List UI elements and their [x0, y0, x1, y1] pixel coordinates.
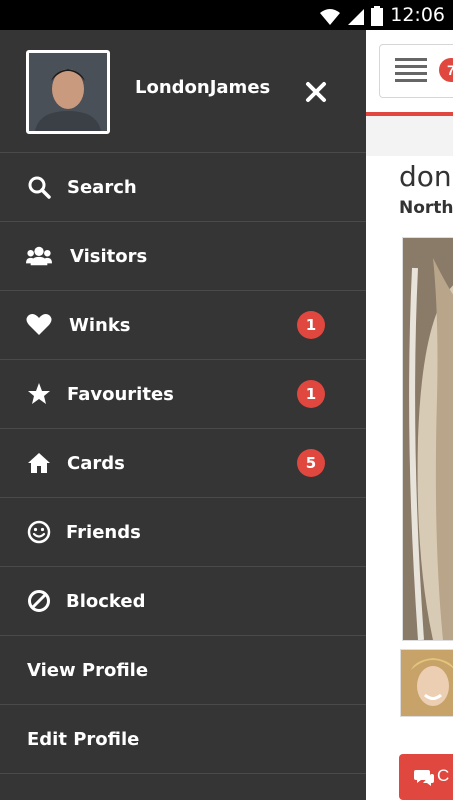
nav-item-label: Visitors: [70, 245, 148, 267]
wifi-icon: [320, 9, 340, 25]
navigation-drawer: LondonJames Search Visitors Winks 1 Favo…: [0, 30, 366, 800]
status-icons: [319, 6, 383, 26]
nav-item-edit-profile[interactable]: Edit Profile: [0, 705, 366, 774]
top-bar: 7: [366, 30, 453, 114]
nav-item-label: Winks: [69, 314, 131, 336]
nav-item-favourites[interactable]: Favourites 1: [0, 360, 366, 429]
nav-item-label: Friends: [66, 521, 141, 543]
close-icon[interactable]: [302, 78, 330, 106]
nav-item-search[interactable]: Search: [0, 153, 366, 222]
status-time: 12:06: [390, 4, 445, 26]
nav-item-label: Blocked: [66, 590, 146, 612]
nav-item-label: Favourites: [67, 383, 174, 405]
nav-item-friends[interactable]: Friends: [0, 498, 366, 567]
nav-item-visitors[interactable]: Visitors: [0, 222, 366, 291]
home-icon: [26, 450, 52, 476]
drawer-header: LondonJames: [0, 30, 366, 153]
nav-item-label: View Profile: [27, 659, 149, 681]
notification-badge: 1: [297, 311, 325, 339]
users-icon: [26, 243, 52, 269]
nav-item-label: Edit Profile: [27, 728, 140, 750]
chat-button-label: C: [437, 766, 450, 785]
main-content: 7 don! North C: [366, 30, 453, 800]
photo-thumbnail[interactable]: [400, 649, 453, 717]
blocked-icon: [26, 588, 52, 614]
nav-item-cards[interactable]: Cards 5: [0, 429, 366, 498]
nav-item-blocked[interactable]: Blocked: [0, 567, 366, 636]
smiley-icon: [26, 519, 52, 545]
profile-location: North: [399, 198, 453, 218]
heart-icon: [26, 312, 52, 338]
header-background: [366, 116, 453, 156]
menu-count-badge: 7: [439, 58, 453, 82]
menu-button[interactable]: 7: [379, 44, 453, 98]
nav-item-label: Cards: [67, 452, 125, 474]
status-bar: 12:06: [0, 0, 453, 30]
signal-icon: [348, 9, 364, 25]
chat-icon: [414, 770, 434, 786]
profile-name: don!: [399, 160, 453, 193]
search-icon: [26, 174, 52, 200]
profile-photo[interactable]: [402, 237, 453, 641]
avatar[interactable]: [26, 50, 110, 134]
notification-badge: 1: [297, 380, 325, 408]
battery-icon: [371, 6, 383, 26]
star-icon: [26, 381, 52, 407]
username: LondonJames: [135, 77, 271, 98]
nav-item-label: Search: [67, 176, 137, 198]
hamburger-icon: [395, 58, 427, 86]
nav-item-view-profile[interactable]: View Profile: [0, 636, 366, 705]
nav-item-winks[interactable]: Winks 1: [0, 291, 366, 360]
notification-badge: 5: [297, 449, 325, 477]
chat-button[interactable]: C: [399, 754, 453, 800]
